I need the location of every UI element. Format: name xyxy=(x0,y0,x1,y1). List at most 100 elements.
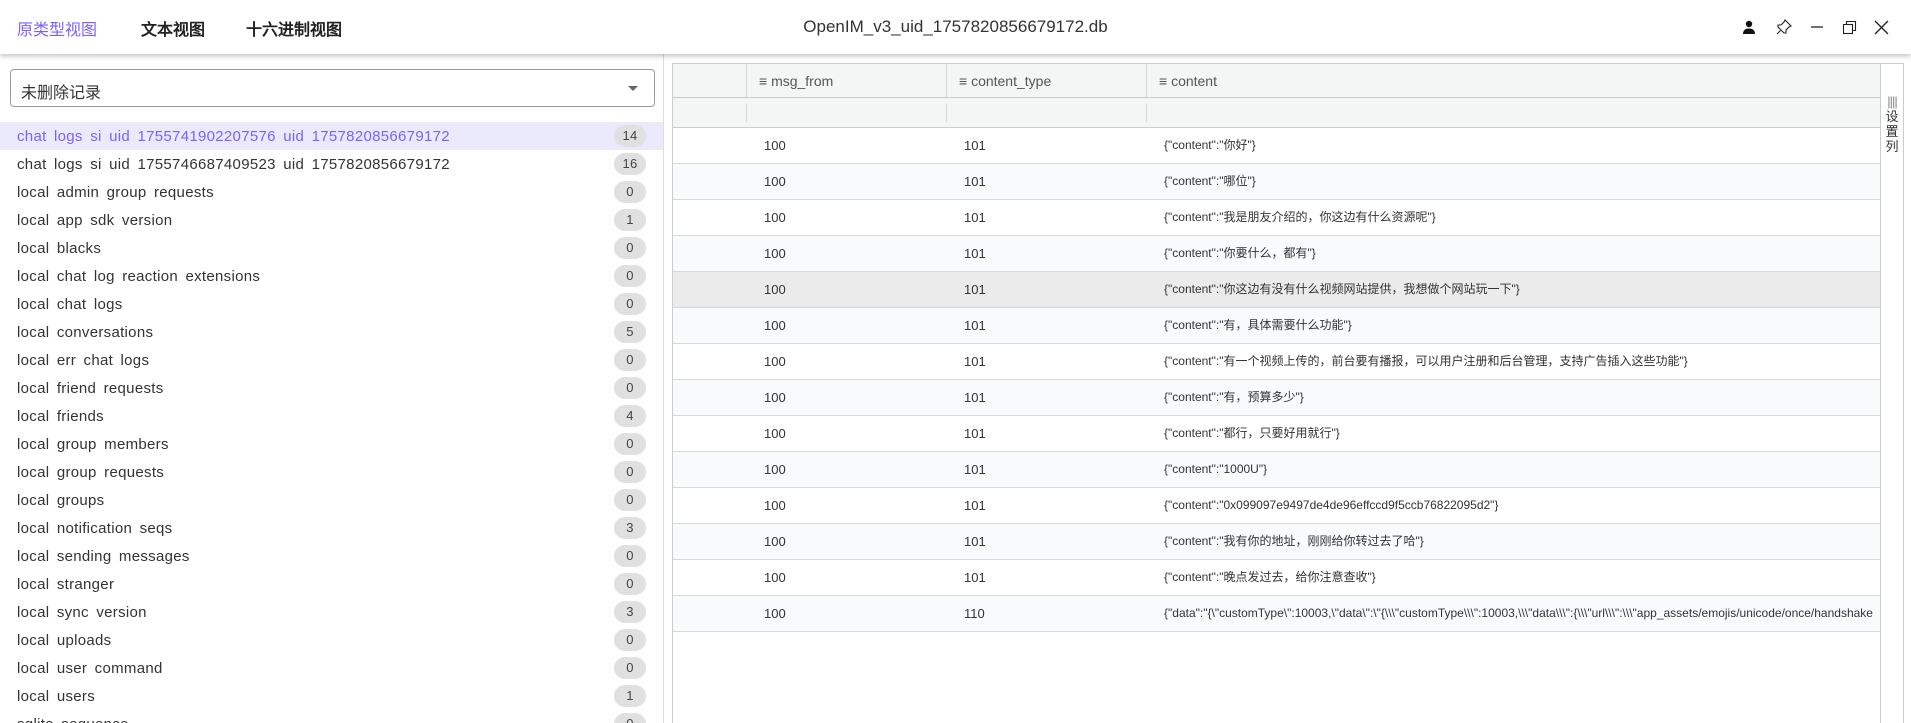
table-row[interactable]: 100 101 {"content":"哪位"} xyxy=(673,164,1882,200)
user-icon[interactable] xyxy=(1738,16,1760,38)
table-name: local groups xyxy=(17,491,105,509)
cell-content: {"content":"0x099097e9497de4de96effccd9f… xyxy=(1164,498,1499,512)
row-count-badge: 0 xyxy=(614,629,646,651)
grid-body: 100 101 {"content":"你好"} 100 101 {"content":"… xyxy=(673,128,1882,632)
table-row[interactable]: 100 101 {"content":"我有你的地址，刚刚给你转过去了哈"} xyxy=(673,524,1882,560)
cell-msg-from: 100 xyxy=(764,138,786,153)
row-count-badge: 14 xyxy=(614,125,646,147)
table-name: local app sdk version xyxy=(17,211,173,229)
table-name: local admin group requests xyxy=(17,183,214,201)
row-count-badge: 0 xyxy=(614,237,646,259)
cell-msg-from: 100 xyxy=(764,318,786,333)
record-filter-select[interactable]: 未删除记录 xyxy=(10,69,655,107)
table-list-item[interactable]: local err chat logs 0 xyxy=(0,346,663,374)
cell-msg-from: 100 xyxy=(764,246,786,261)
table-name: local sending messages xyxy=(17,547,190,565)
table-name: local chat log reaction extensions xyxy=(17,267,261,285)
table-row[interactable]: 100 101 {"content":"晚点发过去，给你注意查收"} xyxy=(673,560,1882,596)
table-list-item[interactable]: local users 1 xyxy=(0,682,663,710)
cell-content-type: 101 xyxy=(964,570,986,585)
tab-raw-view[interactable]: 原类型视图 xyxy=(17,16,97,40)
table-row[interactable]: 100 101 {"content":"有一个视频上传的，前台要有播报，可以用户注册… xyxy=(673,344,1882,380)
row-count-badge: 0 xyxy=(614,433,646,455)
table-list-item[interactable]: chat logs si uid 1755741902207576 uid 17… xyxy=(0,122,663,150)
column-header-content[interactable]: ≡ content xyxy=(1146,64,1882,97)
table-row[interactable]: 100 101 {"content":"你要什么，都有"} xyxy=(673,236,1882,272)
table-row[interactable]: 100 110 {"data":"{\"customType\":10003,\"d… xyxy=(673,596,1882,632)
row-count-badge: 3 xyxy=(614,517,646,539)
table-name: local conversations xyxy=(17,323,154,341)
tab-hex-view[interactable]: 十六进制视图 xyxy=(246,16,342,40)
cell-msg-from: 100 xyxy=(764,462,786,477)
table-row[interactable]: 100 101 {"content":"有，预算多少"} xyxy=(673,380,1882,416)
grid-header: ≡ msg_from ≡ content_type ≡ content xyxy=(673,64,1882,98)
cell-msg-from: 100 xyxy=(764,426,786,441)
table-list-item[interactable]: local group requests 0 xyxy=(0,458,663,486)
table-list-item[interactable]: local group members 0 xyxy=(0,430,663,458)
table-list-item[interactable]: local uploads 0 xyxy=(0,626,663,654)
cell-content-type: 101 xyxy=(964,138,986,153)
table-list-item[interactable]: local blacks 0 xyxy=(0,234,663,262)
table-list-item[interactable]: local groups 0 xyxy=(0,486,663,514)
table-list-item[interactable]: local sending messages 0 xyxy=(0,542,663,570)
filter-cell-content-type[interactable] xyxy=(946,104,1146,122)
table-row[interactable]: 100 101 {"content":"0x099097e9497de4de96ef… xyxy=(673,488,1882,524)
filter-cell-msg-from[interactable] xyxy=(746,104,946,122)
column-settings-button[interactable]: |||| 设 置 列 xyxy=(1880,64,1903,723)
table-row[interactable]: 100 101 {"content":"1000U"} xyxy=(673,452,1882,488)
cell-content-type: 101 xyxy=(964,462,986,477)
close-icon[interactable] xyxy=(1870,16,1892,38)
table-row[interactable]: 100 101 {"content":"有，具体需要什么功能"} xyxy=(673,308,1882,344)
cell-msg-from: 100 xyxy=(764,210,786,225)
table-list-item[interactable]: chat logs si uid 1755746687409523 uid 17… xyxy=(0,150,663,178)
row-count-badge: 0 xyxy=(614,489,646,511)
row-count-badge: 0 xyxy=(614,293,646,315)
table-list-item[interactable]: local chat logs 0 xyxy=(0,290,663,318)
table-list-item[interactable]: local friend requests 0 xyxy=(0,374,663,402)
table-list-item[interactable]: local admin group requests 0 xyxy=(0,178,663,206)
table-list-item[interactable]: local sync version 3 xyxy=(0,598,663,626)
row-count-badge: 0 xyxy=(614,657,646,679)
cell-content: {"content":"你这边有没有什么视频网站提供，我想做个网站玩一下"} xyxy=(1164,282,1520,296)
table-row[interactable]: 100 101 {"content":"你好"} xyxy=(673,128,1882,164)
menu-icon: ≡ xyxy=(1159,72,1172,89)
table-row[interactable]: 100 101 {"content":"你这边有没有什么视频网站提供，我想做个网站玩… xyxy=(673,272,1882,308)
cell-msg-from: 100 xyxy=(764,606,786,621)
cell-content-type: 101 xyxy=(964,246,986,261)
cell-content: {"content":"都行，只要好用就行"} xyxy=(1164,426,1340,440)
table-list-item[interactable]: local conversations 5 xyxy=(0,318,663,346)
row-count-badge: 4 xyxy=(614,405,646,427)
filter-cell-content[interactable] xyxy=(1146,104,1882,122)
table-name: local err chat logs xyxy=(17,351,150,369)
table-name: chat logs si uid 1755746687409523 uid 17… xyxy=(17,155,450,173)
tab-text-view[interactable]: 文本视图 xyxy=(141,16,205,40)
table-list-item[interactable]: local chat log reaction extensions 0 xyxy=(0,262,663,290)
row-count-badge: 5 xyxy=(614,321,646,343)
table-list-item[interactable]: sqlite sequence 0 xyxy=(0,710,663,723)
table-list-item[interactable]: local stranger 0 xyxy=(0,570,663,598)
table-row[interactable]: 100 101 {"content":"都行，只要好用就行"} xyxy=(673,416,1882,452)
cell-msg-from: 100 xyxy=(764,390,786,405)
cell-content: {"content":"你要什么，都有"} xyxy=(1164,246,1316,260)
column-header-msg-from[interactable]: ≡ msg_from xyxy=(746,64,946,97)
row-count-badge: 0 xyxy=(614,545,646,567)
cell-content-type: 101 xyxy=(964,498,986,513)
cell-content: {"content":"有，具体需要什么功能"} xyxy=(1164,318,1352,332)
table-list-item[interactable]: local friends 4 xyxy=(0,402,663,430)
restore-icon[interactable] xyxy=(1838,16,1860,38)
table-list-panel: 未删除记录 chat logs si uid 1755741902207576 … xyxy=(0,54,664,723)
table-list-item[interactable]: local notification seqs 3 xyxy=(0,514,663,542)
column-header-content-type[interactable]: ≡ content_type xyxy=(946,64,1146,97)
table-row[interactable]: 100 101 {"content":"我是朋友介绍的，你这边有什么资源呢"} xyxy=(673,200,1882,236)
title-bar: 原类型视图 文本视图 十六进制视图 OpenIM_v3_uid_17578208… xyxy=(0,0,1911,54)
table-list-item[interactable]: local app sdk version 1 xyxy=(0,206,663,234)
minimize-icon[interactable] xyxy=(1806,16,1828,38)
pin-icon[interactable] xyxy=(1773,16,1795,38)
cell-content: {"content":"我是朋友介绍的，你这边有什么资源呢"} xyxy=(1164,210,1436,224)
row-count-badge: 1 xyxy=(614,209,646,231)
cell-msg-from: 100 xyxy=(764,570,786,585)
table-name: local notification seqs xyxy=(17,519,173,537)
table-name: local friends xyxy=(17,407,104,425)
cell-content-type: 101 xyxy=(964,210,986,225)
table-list-item[interactable]: local user command 0 xyxy=(0,654,663,682)
